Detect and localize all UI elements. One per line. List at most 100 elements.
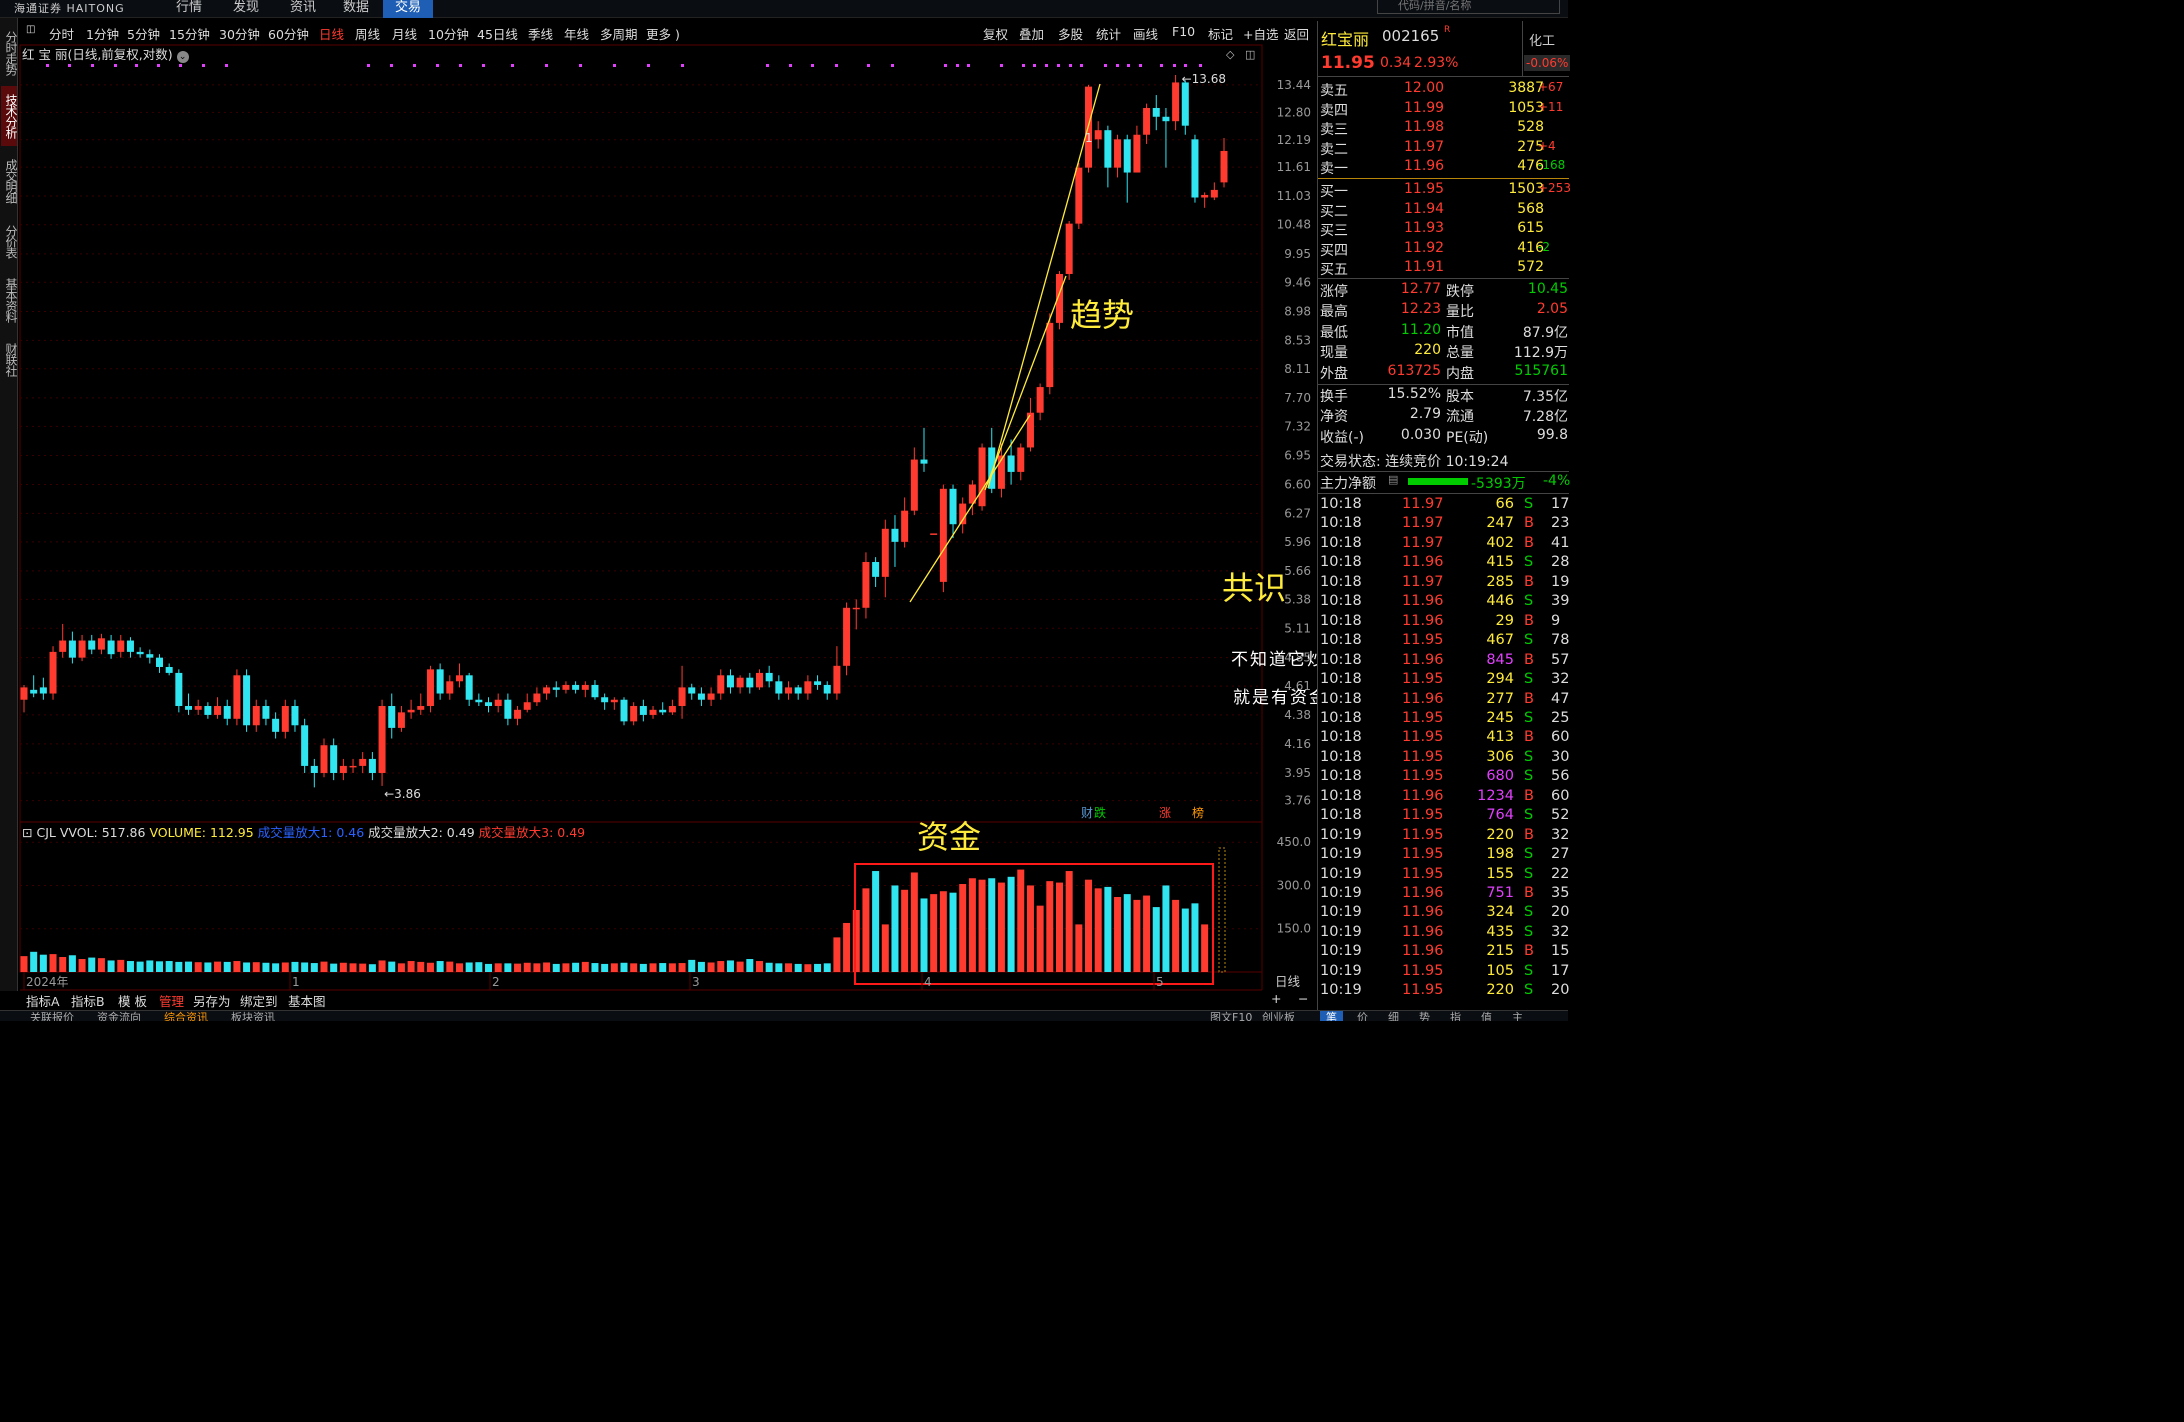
tick-row: 10:18 11.97 402 B 41 <box>1318 535 1569 554</box>
stat-label: 净资 <box>1320 409 1348 426</box>
signal-dot <box>681 64 684 67</box>
bid-row[interactable]: 买一 11.95 1503 +253 <box>1318 180 1571 200</box>
tab-base-chart[interactable]: 基本图 <box>288 991 326 1010</box>
footer-tab-f10[interactable]: 图文F10 <box>1210 1011 1252 1021</box>
bid-row[interactable]: 买二 11.94 568 <box>1318 200 1569 220</box>
ask-row[interactable]: 卖一 11.96 476 -168 <box>1318 157 1569 177</box>
signal-dot <box>1104 64 1107 67</box>
ob-volume: 528 <box>1517 119 1544 136</box>
volume-bar <box>301 962 309 972</box>
tick-count: 78 <box>1551 632 1570 649</box>
ask-row[interactable]: 卖三 11.98 528 <box>1318 118 1569 138</box>
volume-bar <box>446 961 454 972</box>
footer-right-tab-value[interactable]: 值 <box>1481 1011 1492 1021</box>
tick-time: 10:18 <box>1320 709 1362 726</box>
ob-price: 11.91 <box>1404 259 1445 276</box>
price-tick-label: 5.66 <box>1284 564 1311 578</box>
signal-dot <box>1033 64 1036 67</box>
tab-save-as[interactable]: 另存为 <box>193 991 231 1010</box>
volume-bar <box>572 962 580 972</box>
volume-bar <box>833 937 841 972</box>
footer-tab-sector[interactable]: 板块资讯 <box>231 1011 275 1021</box>
bid-ask-divider <box>1318 178 1569 179</box>
footer-tab-gem[interactable]: 创业板 <box>1262 1011 1295 1021</box>
tick-time: 10:18 <box>1320 632 1362 649</box>
candle-body <box>639 706 647 715</box>
tick-side: S <box>1524 748 1534 765</box>
footer-tab-related[interactable]: 关联报价 <box>30 1011 74 1021</box>
candle-body <box>185 706 193 710</box>
zoom-in-icon[interactable]: + <box>1271 991 1281 1006</box>
ask-row[interactable]: 卖五 12.00 3887 +67 <box>1318 79 1569 99</box>
ob-label: 卖四 <box>1320 102 1348 119</box>
candle-body <box>223 706 231 719</box>
diamond-icon: ◇ <box>1226 48 1235 61</box>
footer-right-tab-detail[interactable]: 细 <box>1388 1011 1399 1021</box>
stat-value: 12.77 <box>1400 281 1441 297</box>
tick-side: S <box>1524 632 1534 649</box>
volume-bar <box>1133 899 1141 972</box>
zoom-out-icon[interactable]: − <box>1298 991 1308 1006</box>
tick-volume: 294 <box>1486 671 1514 688</box>
search-input[interactable]: 代码/拼音/名称 <box>1377 0 1560 14</box>
tab-manage[interactable]: 管理 <box>159 991 184 1010</box>
candle-body <box>804 681 812 694</box>
tick-count: 20 <box>1551 904 1570 921</box>
signal-dot <box>157 64 160 67</box>
tick-volume: 198 <box>1486 846 1514 863</box>
ob-change: +4 <box>1538 138 1556 153</box>
volume-value: VOLUME: 112.95 <box>149 825 254 840</box>
candle-body <box>475 699 483 703</box>
signal-dot <box>647 64 650 67</box>
footer-right-tab-main[interactable]: 主 <box>1512 1011 1523 1021</box>
amp1-value: 成交量放大1: 0.46 <box>257 825 365 840</box>
main-net-row: 主力净额 ▤ -5393万 -4% <box>1318 472 1570 493</box>
tab-template[interactable]: 模 板 <box>118 991 147 1010</box>
ask-row[interactable]: 卖四 11.99 1053 +11 <box>1318 99 1569 119</box>
price-tick-label: 11.03 <box>1277 189 1311 203</box>
tab-bind-to[interactable]: 绑定到 <box>240 991 278 1010</box>
bid-row[interactable]: 买四 11.92 416 -2 <box>1318 239 1569 259</box>
sector-box[interactable]: 化工 -0.06% <box>1522 21 1571 76</box>
tab-indicator-a[interactable]: 指标A <box>26 991 60 1010</box>
candle-body <box>30 689 38 694</box>
candle-body <box>1114 139 1122 168</box>
price-tick-label: 4.16 <box>1284 737 1311 751</box>
low-marker: ←3.86 <box>384 787 421 801</box>
tab-indicator-b[interactable]: 指标B <box>71 991 105 1010</box>
footer-right-tab-price[interactable]: 价 <box>1357 1011 1368 1021</box>
tick-side: B <box>1524 651 1534 668</box>
tick-row: 10:19 11.95 220 B 32 <box>1318 827 1569 846</box>
main-net-bar <box>1408 478 1468 485</box>
ob-price: 11.92 <box>1404 239 1445 256</box>
footer-tab-news[interactable]: 综合资讯 <box>164 1011 208 1021</box>
volume-bar <box>814 963 822 972</box>
volume-bar <box>1172 899 1180 972</box>
tick-volume: 1234 <box>1477 787 1514 804</box>
volume-bar <box>1046 881 1054 972</box>
candle-body <box>668 706 676 713</box>
settings-icon[interactable]: ⊡ <box>22 825 32 840</box>
tick-price: 11.95 <box>1402 826 1444 843</box>
volume-bar <box>804 964 812 972</box>
volume-bar <box>717 961 725 972</box>
x-axis-label: 2 <box>492 975 500 989</box>
ask-row[interactable]: 卖二 11.97 275 +4 <box>1318 138 1569 158</box>
candle-body <box>717 675 725 694</box>
bid-row[interactable]: 买五 11.91 572 <box>1318 258 1569 278</box>
volume-bar <box>272 963 280 972</box>
signal-dot <box>1199 64 1202 67</box>
signal-dot <box>46 64 49 67</box>
footer-right-tab-index[interactable]: 指 <box>1450 1011 1461 1021</box>
tick-side: S <box>1524 807 1534 824</box>
x-axis-label: 3 <box>692 975 700 989</box>
volume-bar <box>736 961 744 972</box>
bid-row[interactable]: 买三 11.93 615 <box>1318 219 1569 239</box>
price-panel-frame <box>19 44 1263 823</box>
footer-tab-fundflow[interactable]: 资金流向 <box>97 1011 141 1021</box>
footer-right-tab-ticks[interactable]: 笔 <box>1320 1011 1343 1021</box>
tick-count: 52 <box>1551 807 1570 824</box>
candle-body <box>136 651 144 655</box>
footer-right-tab-trend[interactable]: 势 <box>1419 1011 1430 1021</box>
list-icon[interactable]: ▤ <box>1388 473 1398 486</box>
